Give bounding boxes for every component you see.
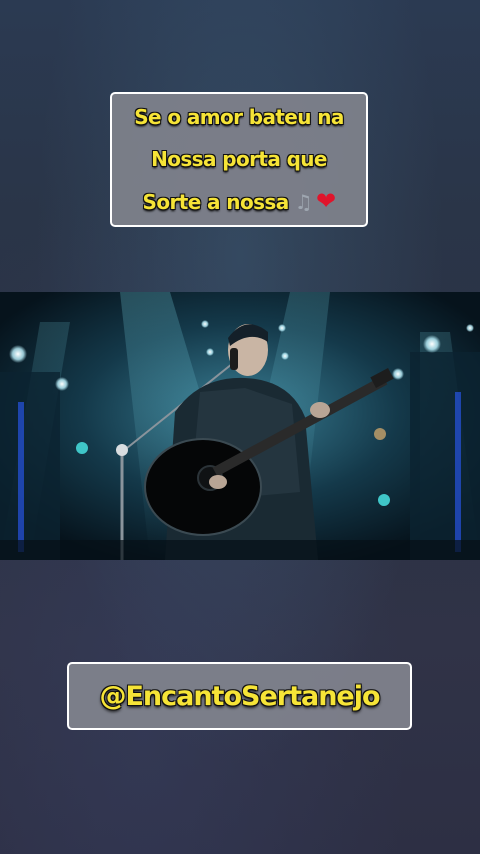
- channel-handle-banner: @EncantoSertanejo: [67, 662, 412, 730]
- caption-line-2: Nossa porta que: [151, 147, 327, 171]
- channel-handle: @EncantoSertanejo: [99, 680, 380, 712]
- caption-line-3: Sorte a nossa ♫ ❤: [143, 180, 336, 223]
- video-frame[interactable]: [0, 292, 480, 560]
- caption-line-3-text: Sorte a nossa: [142, 190, 290, 214]
- red-heart-icon: ❤: [315, 187, 336, 215]
- concert-video-still: [0, 292, 480, 560]
- musical-notes-icon: ♫: [294, 190, 313, 214]
- lyrics-caption: Se o amor bateu na Nossa porta que Sorte…: [110, 92, 368, 227]
- caption-line-1: Se o amor bateu na: [134, 105, 344, 129]
